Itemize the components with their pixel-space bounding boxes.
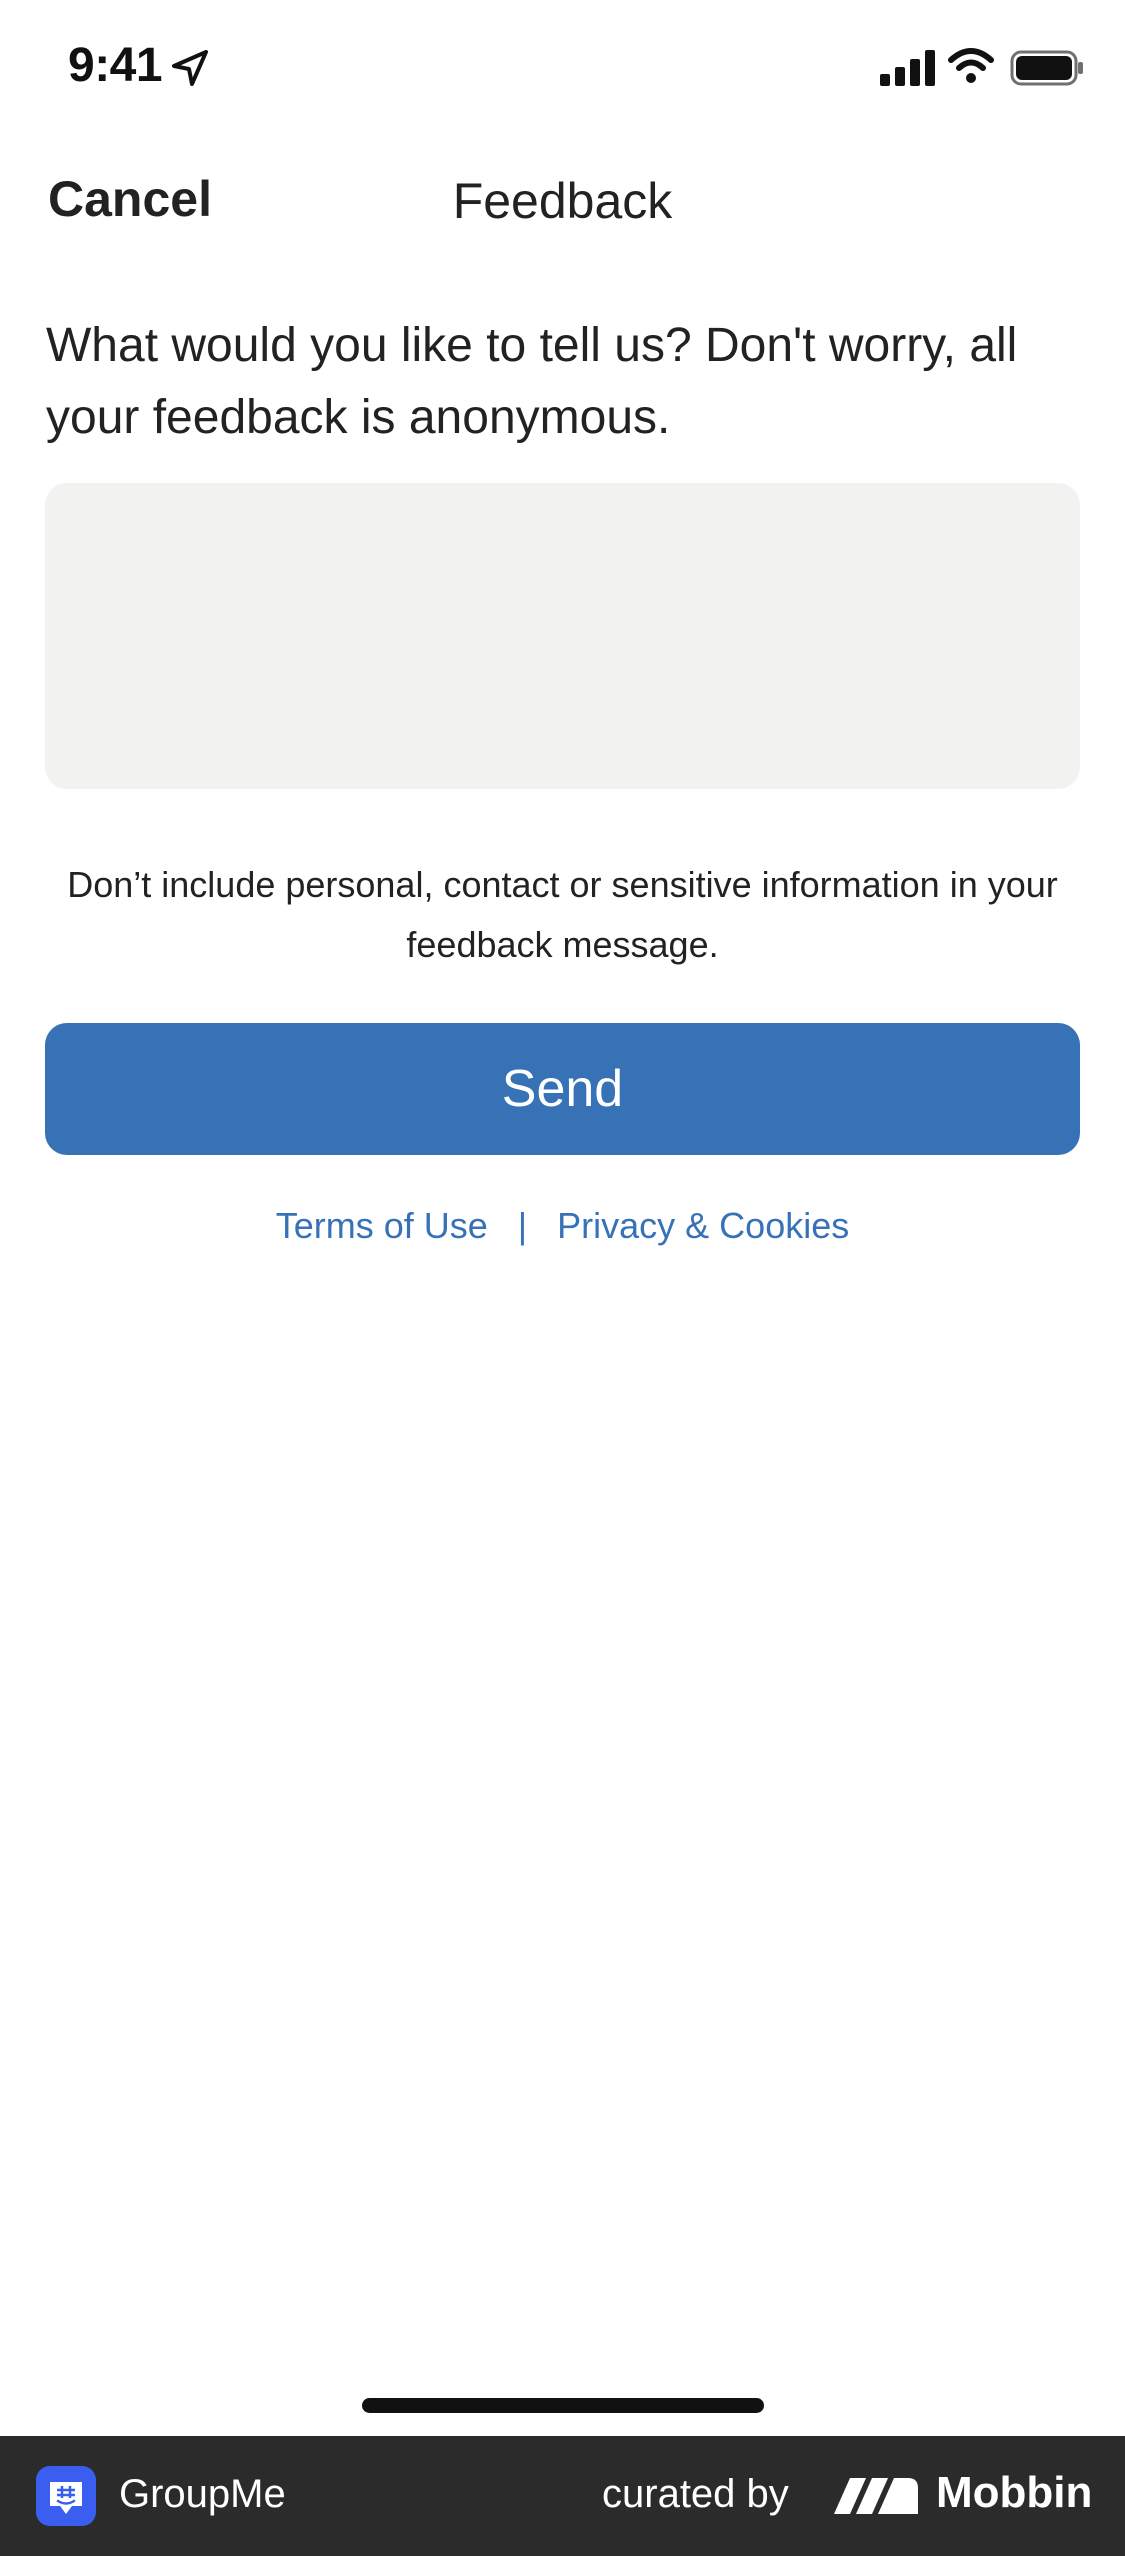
send-button[interactable]: Send <box>45 1023 1080 1155</box>
privacy-disclaimer: Don’t include personal, contact or sensi… <box>67 864 1058 965</box>
page-title: Feedback <box>452 173 673 229</box>
cellular-signal-icon <box>880 50 935 86</box>
wifi-icon <box>948 48 994 83</box>
status-time: 9:41 <box>68 39 163 92</box>
legal-links: Terms of Use | Privacy & Cookies <box>0 1205 1125 1247</box>
feedback-prompt: What would you like to tell us? Don't wo… <box>46 319 1018 444</box>
terms-of-use-link[interactable]: Terms of Use <box>276 1205 488 1246</box>
status-bar: 9:41 <box>0 0 1125 140</box>
link-separator: | <box>517 1205 528 1246</box>
curated-by-label: curated by <box>602 2472 789 2516</box>
groupme-logo-icon <box>36 2466 96 2526</box>
battery-icon <box>1010 50 1083 86</box>
app-name: GroupMe <box>119 2472 286 2516</box>
mobbin-name: Mobbin <box>936 2468 1093 2517</box>
mobbin-logo-icon <box>834 2478 918 2514</box>
privacy-cookies-link[interactable]: Privacy & Cookies <box>557 1205 849 1246</box>
brand-bar: GroupMe curated by Mobbin <box>0 2436 1125 2556</box>
location-arrow-icon <box>172 50 208 86</box>
nav-bar: Cancel Feedback <box>0 150 1125 250</box>
feedback-input[interactable] <box>45 483 1080 789</box>
home-indicator <box>362 2398 764 2413</box>
